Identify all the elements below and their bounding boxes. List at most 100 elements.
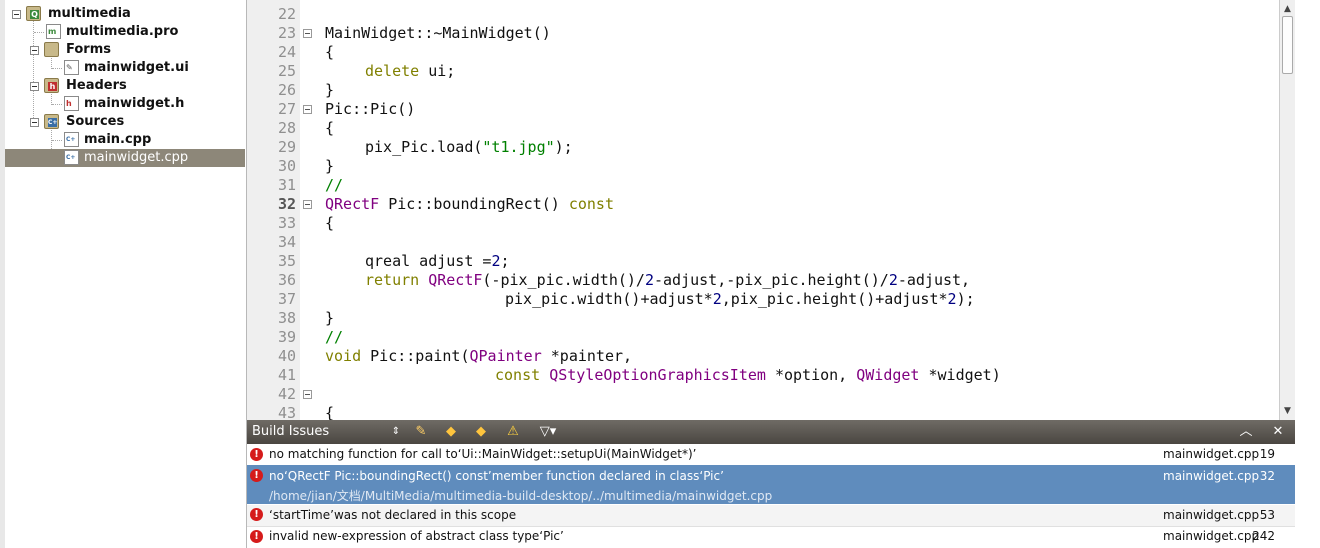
tree-item-mainwidget-ui[interactable]: ✎ mainwidget.ui — [62, 59, 240, 77]
tree-connector — [33, 20, 34, 124]
line-number: 41 — [277, 366, 296, 384]
line-number: 39 — [277, 328, 296, 346]
editor-scrollbar[interactable]: ▲ ▼ — [1279, 0, 1295, 420]
fold-marker-icon[interactable] — [303, 105, 312, 114]
tree-item-forms[interactable]: Forms — [28, 41, 240, 59]
tree-toggle-icon[interactable] — [30, 82, 39, 91]
tree-item-main-cpp[interactable]: C+ main.cpp — [62, 131, 240, 149]
line-number: 29 — [277, 138, 296, 156]
scroll-up-icon[interactable]: ▲ — [1280, 2, 1295, 16]
issue-row[interactable]: ! ‘startTime’was not declared in this sc… — [247, 505, 1295, 526]
scrollbar-thumb[interactable] — [1282, 16, 1293, 74]
issue-line: 19 — [1259, 447, 1275, 461]
code-line: // — [325, 328, 344, 346]
build-issues-header: Build Issues ⇕ ✎ ◆ ◆ ⚠ ▽▾ ︿ ✕ — [247, 420, 1295, 444]
tree-connector — [52, 104, 62, 105]
scroll-down-icon[interactable]: ▼ — [1280, 404, 1295, 418]
line-number: 37 — [277, 290, 296, 308]
issue-row[interactable]: ! invalid new-expression of abstract cla… — [247, 527, 1295, 548]
close-icon[interactable]: ✕ — [1269, 423, 1287, 441]
line-number: 34 — [277, 233, 296, 251]
tree-toggle-icon[interactable] — [30, 46, 39, 55]
build-issues-list: ! no matching function for call to‘Ui::M… — [247, 444, 1295, 548]
tree-item-label: Sources — [66, 114, 125, 129]
code-line: // — [325, 176, 344, 194]
filter-icon[interactable]: ✎ — [411, 423, 431, 441]
line-number: 42 — [277, 385, 296, 403]
line-number: 23 — [277, 24, 296, 42]
pro-file-icon: m — [46, 24, 61, 39]
line-number: 35 — [277, 252, 296, 270]
issue-message: no‘QRectF Pic::boundingRect() const’memb… — [269, 469, 724, 483]
funnel-icon[interactable]: ▽▾ — [537, 423, 559, 441]
code-line: qreal adjust =2; — [365, 252, 510, 270]
project-folder-icon: Q — [26, 6, 41, 21]
forms-folder-icon — [44, 42, 59, 57]
fold-marker-icon[interactable] — [303, 200, 312, 209]
code-line: } — [325, 309, 335, 327]
code-line: { — [325, 119, 335, 137]
issue-line: 53 — [1259, 508, 1275, 522]
arrow-right-icon[interactable]: ◆ — [473, 423, 489, 441]
code-line: } — [325, 157, 335, 175]
fold-marker-icon[interactable] — [303, 390, 312, 399]
tree-item-label: mainwidget.h — [84, 96, 185, 111]
line-number: 30 — [277, 157, 296, 175]
fold-marker-icon[interactable] — [303, 29, 312, 38]
tree-connector — [52, 140, 62, 141]
code-editor[interactable]: 22 23 24 25 26 27 28 29 30 31 32 33 34 3… — [247, 0, 1279, 420]
code-line: } — [325, 81, 335, 99]
code-line: { — [325, 43, 335, 61]
pane-title: Build Issues — [252, 424, 330, 439]
line-number: 36 — [277, 271, 296, 289]
line-number: 26 — [277, 81, 296, 99]
tree-toggle-icon[interactable] — [30, 118, 39, 127]
code-line: MainWidget::~MainWidget() — [325, 24, 551, 42]
code-line: { — [325, 404, 335, 420]
tree-toggle-icon[interactable] — [12, 10, 21, 19]
tree-item-mainwidget-cpp[interactable]: C+ mainwidget.cpp — [5, 149, 245, 167]
tree-item-sources[interactable]: C+ Sources — [28, 113, 240, 131]
code-line: QRectF Pic::boundingRect() const — [325, 195, 614, 213]
line-number: 40 — [277, 347, 296, 365]
issue-message: invalid new-expression of abstract class… — [269, 529, 564, 543]
cpp-file-icon: C+ — [64, 150, 79, 165]
issue-line: 242 — [1252, 529, 1275, 543]
tree-connector — [52, 68, 62, 69]
ui-file-icon: ✎ — [64, 60, 79, 75]
code-line: pix_pic.width()+adjust*2,pix_pic.height(… — [505, 290, 975, 308]
line-number: 28 — [277, 119, 296, 137]
error-icon: ! — [250, 448, 263, 461]
right-margin — [1295, 0, 1320, 548]
error-icon: ! — [250, 469, 263, 482]
tree-item-multimedia-pro[interactable]: m multimedia.pro — [44, 23, 240, 41]
project-tree: Q multimedia m multimedia.pro Forms ✎ ma… — [0, 0, 247, 548]
code-line: return QRectF(-pix_pic.width()/2-adjust,… — [365, 271, 971, 289]
error-icon: ! — [250, 530, 263, 543]
issue-path: /home/jian/文档/MultiMedia/multimedia-buil… — [269, 489, 773, 503]
tree-item-label: Headers — [66, 78, 127, 93]
code-line: { — [325, 214, 335, 232]
tree-item-label: main.cpp — [84, 132, 152, 147]
issue-file: mainwidget.cpp — [1163, 469, 1260, 483]
tree-item-label: Forms — [66, 42, 111, 57]
updown-icon[interactable]: ⇕ — [389, 423, 403, 441]
line-number: 31 — [277, 176, 296, 194]
cpp-file-icon: C+ — [64, 132, 79, 147]
code-line: const QStyleOptionGraphicsItem *option, … — [495, 366, 1001, 384]
issue-row[interactable]: ! no matching function for call to‘Ui::M… — [247, 444, 1295, 465]
collapse-icon[interactable]: ︿ — [1237, 423, 1255, 441]
arrow-left-icon[interactable]: ◆ — [443, 423, 459, 441]
line-number: 22 — [277, 5, 296, 23]
tree-item-headers[interactable]: h Headers — [28, 77, 240, 95]
code-line: Pic::Pic() — [325, 100, 416, 118]
code-line: delete ui; — [365, 62, 456, 80]
tree-item-label: mainwidget.cpp — [84, 150, 189, 165]
warning-icon[interactable]: ⚠ — [505, 423, 521, 441]
line-number-current: 32 — [277, 195, 296, 213]
issue-row-selected[interactable]: ! no‘QRectF Pic::boundingRect() const’me… — [247, 465, 1295, 504]
issue-file: mainwidget.cpp — [1163, 529, 1260, 543]
issue-message: ‘startTime’was not declared in this scop… — [269, 508, 517, 522]
tree-item-multimedia[interactable]: Q multimedia — [10, 5, 240, 23]
tree-item-mainwidget-h[interactable]: h mainwidget.h — [62, 95, 240, 113]
